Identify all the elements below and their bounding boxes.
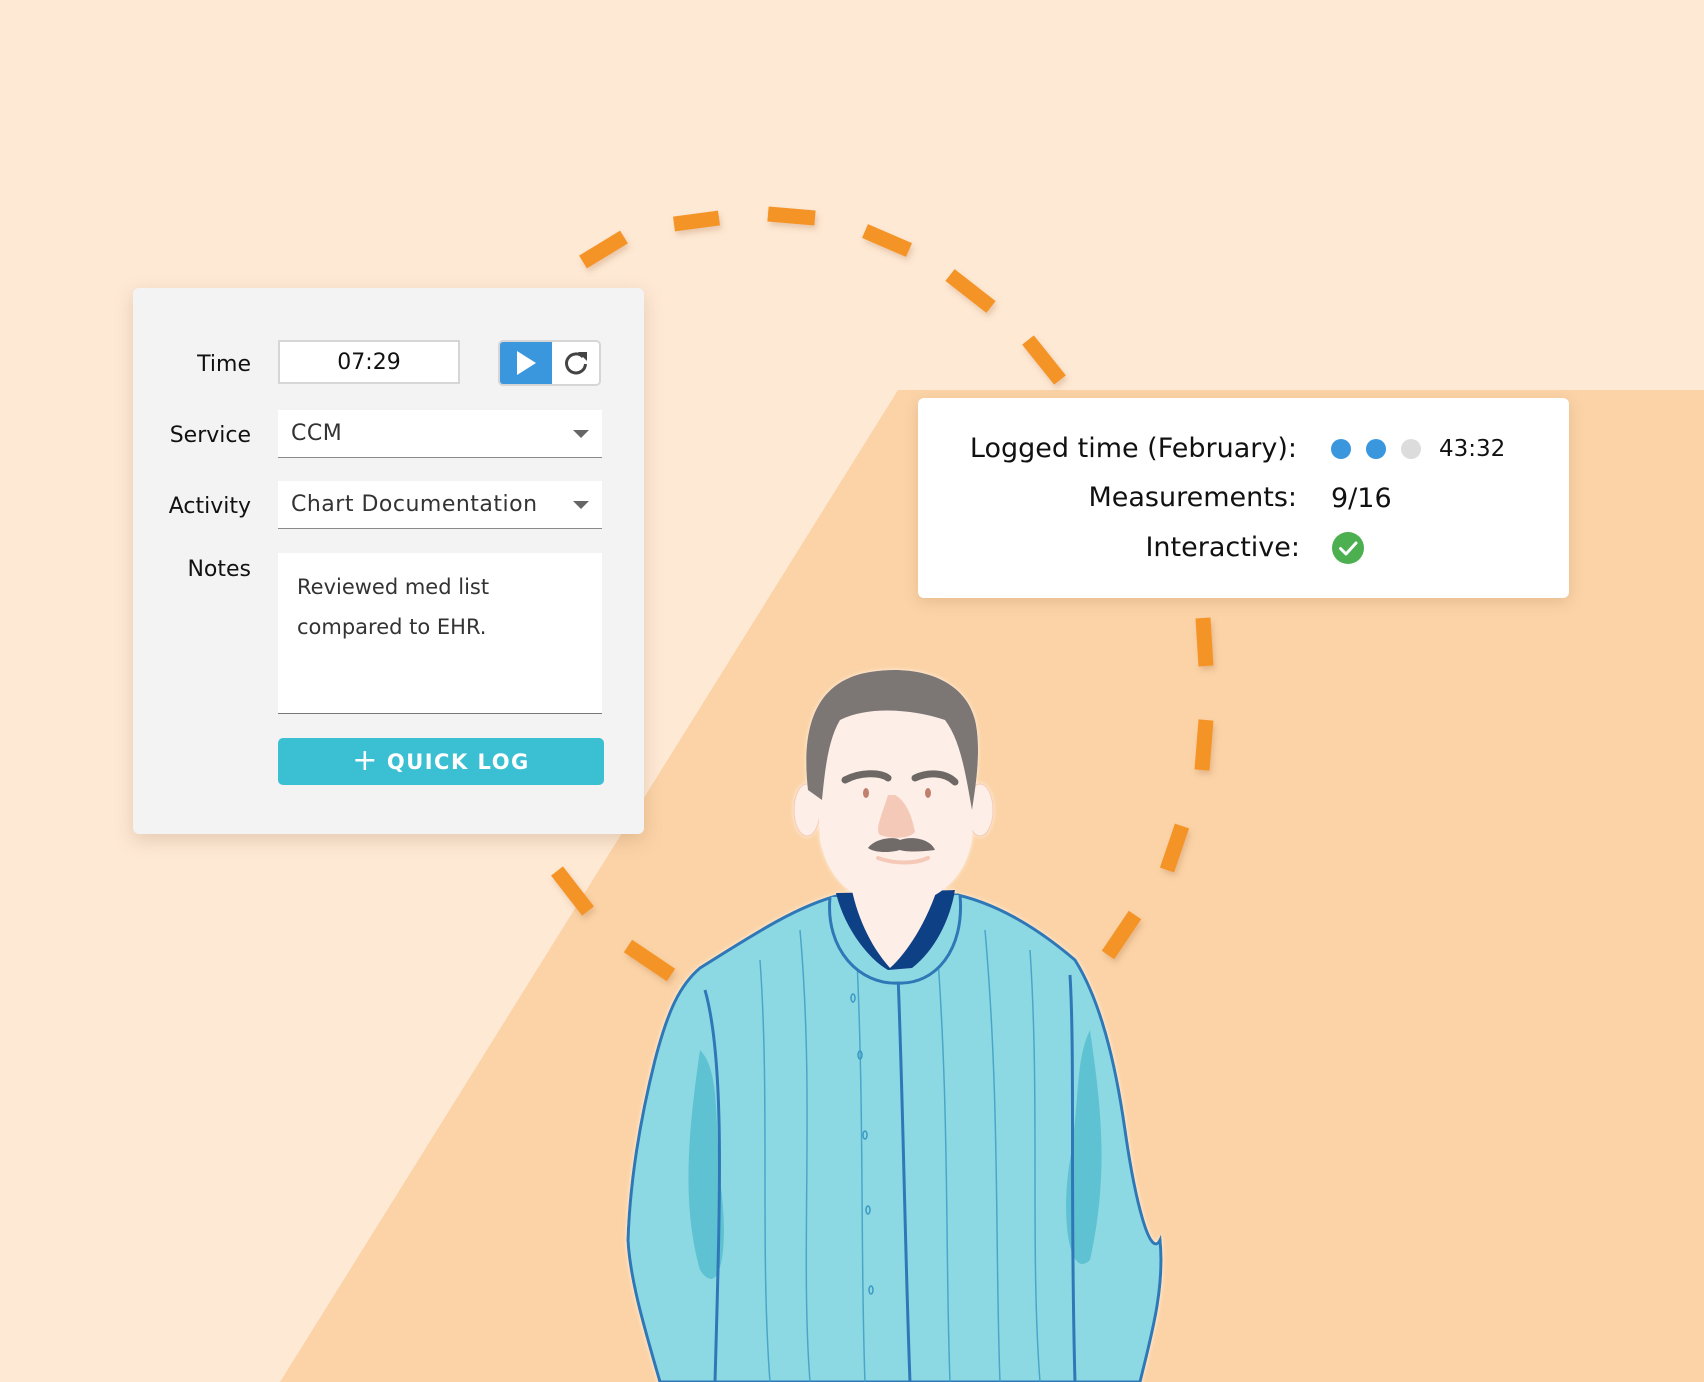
time-value: 07:29 <box>337 349 401 375</box>
logged-time-amount: 43:32 <box>1439 436 1506 462</box>
progress-dot <box>1331 439 1351 459</box>
refresh-icon <box>564 352 587 375</box>
person <box>626 670 1163 1382</box>
interactive-value <box>1332 528 1364 568</box>
chevron-down-icon <box>573 501 589 509</box>
service-value: CCM <box>291 421 343 446</box>
interactive-label: Interactive: <box>1145 532 1300 563</box>
quick-log-label: QUICK LOG <box>386 749 530 774</box>
logged-time-value: 43:32 <box>1331 429 1505 469</box>
notes-label: Notes <box>187 557 251 582</box>
reset-timer-button[interactable] <box>552 342 599 384</box>
logged-time-row: Logged time (February): 43:32 <box>918 429 1569 469</box>
eye-left <box>863 788 869 798</box>
service-select[interactable]: CCM <box>278 410 602 458</box>
activity-value: Chart Documentation <box>291 492 538 517</box>
measurements-value: 9/16 <box>1331 482 1392 514</box>
time-field[interactable]: 07:29 <box>278 340 460 384</box>
timer-controls <box>498 340 601 386</box>
interactive-row: Interactive: <box>918 528 1569 568</box>
notes-textarea[interactable]: Reviewed med list compared to EHR. <box>278 553 602 714</box>
play-button[interactable] <box>500 342 552 384</box>
quick-log-button[interactable]: + QUICK LOG <box>278 738 604 785</box>
progress-dot <box>1401 439 1421 459</box>
time-log-panel: Time 07:29 Service CCM Activity Chart Do… <box>133 288 644 834</box>
activity-label: Activity <box>168 494 251 519</box>
measurements-row: Measurements: 9/16 <box>918 478 1569 518</box>
time-label: Time <box>197 352 251 377</box>
service-label: Service <box>169 423 251 448</box>
check-circle-icon <box>1332 532 1364 564</box>
eye-right <box>925 788 931 798</box>
progress-dot <box>1366 439 1386 459</box>
plus-icon: + <box>352 742 379 778</box>
measurements-label: Measurements: <box>1088 482 1297 513</box>
chevron-down-icon <box>573 430 589 438</box>
activity-select[interactable]: Chart Documentation <box>278 481 602 529</box>
logged-time-label: Logged time (February): <box>969 433 1297 464</box>
play-icon <box>516 351 536 375</box>
patient-summary-card: Logged time (February): 43:32 Measuremen… <box>918 398 1569 598</box>
